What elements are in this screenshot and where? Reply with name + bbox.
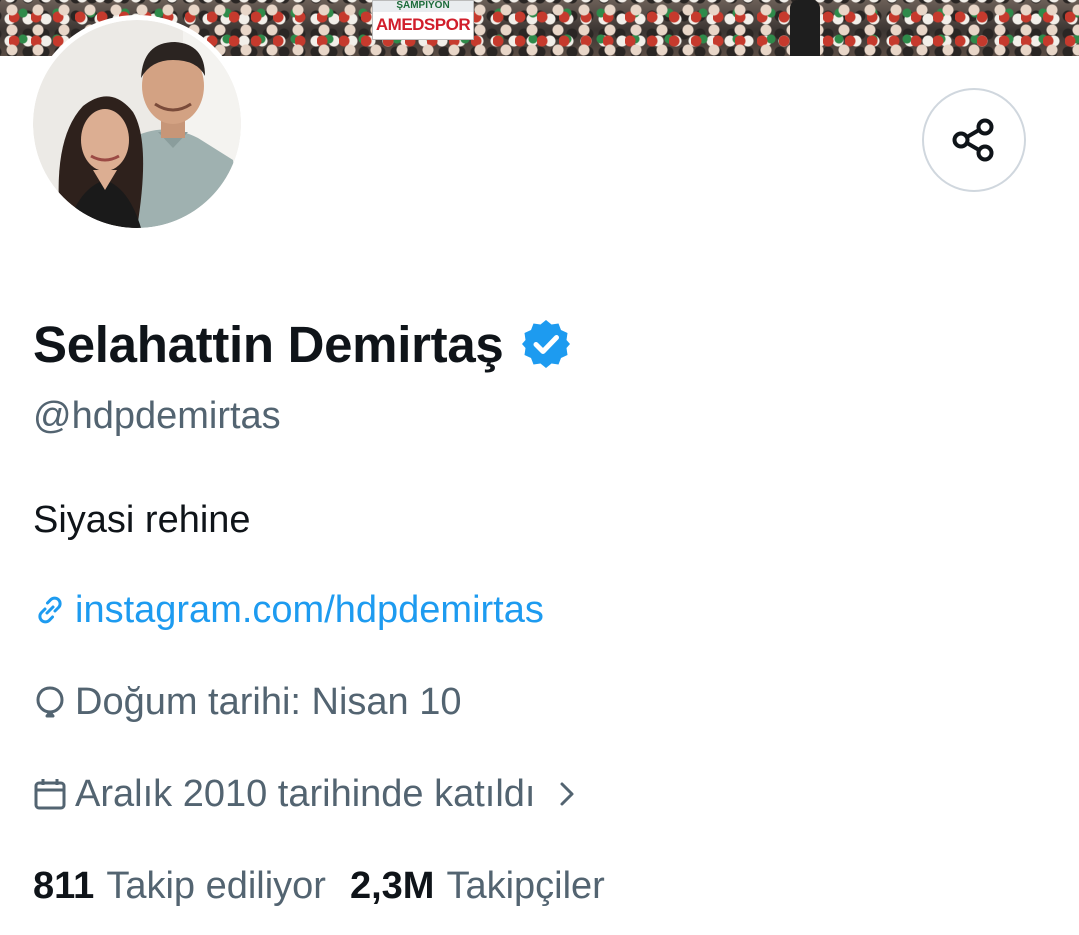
calendar-icon	[34, 779, 66, 810]
banner-sign-main-text: AMEDSPOR	[375, 15, 471, 34]
profile-birthday: Doğum tarihi: Nisan 10	[33, 678, 462, 726]
chevron-right-icon	[560, 782, 573, 806]
following-stat[interactable]: 811 Takip ediliyor	[33, 862, 326, 910]
profile-screen: ŞAMPİYON AMEDSPOR Selahattin Demirtaş @h…	[0, 0, 1079, 935]
profile-birthday-text: Doğum tarihi: Nisan 10	[75, 681, 462, 723]
name-row: Selahattin Demirtaş	[33, 312, 572, 376]
share-icon	[952, 118, 994, 162]
profile-handle: @hdpdemirtas	[33, 395, 281, 437]
share-button[interactable]	[922, 88, 1026, 192]
followers-count: 2,3M	[349, 865, 435, 907]
display-name: Selahattin Demirtaş	[33, 315, 504, 373]
banner-figure	[790, 0, 820, 56]
profile-link[interactable]: instagram.com/hdpdemirtas	[33, 586, 544, 634]
link-icon	[38, 596, 62, 624]
verified-badge-icon[interactable]	[520, 318, 572, 370]
following-label: Takip ediliyor	[106, 865, 326, 907]
followers-label: Takipçiler	[446, 865, 605, 907]
banner-sign: ŞAMPİYON AMEDSPOR	[372, 0, 474, 40]
avatar-photo	[33, 20, 241, 228]
follow-stats: 811 Takip ediliyor 2,3M Takipçiler	[33, 862, 605, 910]
balloon-icon	[36, 686, 64, 718]
followers-stat[interactable]: 2,3M Takipçiler	[350, 862, 605, 910]
profile-bio: Siyasi rehine	[33, 499, 251, 541]
following-count: 811	[33, 865, 95, 907]
profile-joined[interactable]: Aralık 2010 tarihinde katıldı	[33, 770, 582, 818]
profile-joined-text: Aralık 2010 tarihinde katıldı	[75, 773, 536, 815]
banner-sign-top-text: ŞAMPİYON	[373, 1, 473, 12]
avatar[interactable]	[28, 15, 246, 233]
profile-link-text[interactable]: instagram.com/hdpdemirtas	[75, 586, 544, 634]
